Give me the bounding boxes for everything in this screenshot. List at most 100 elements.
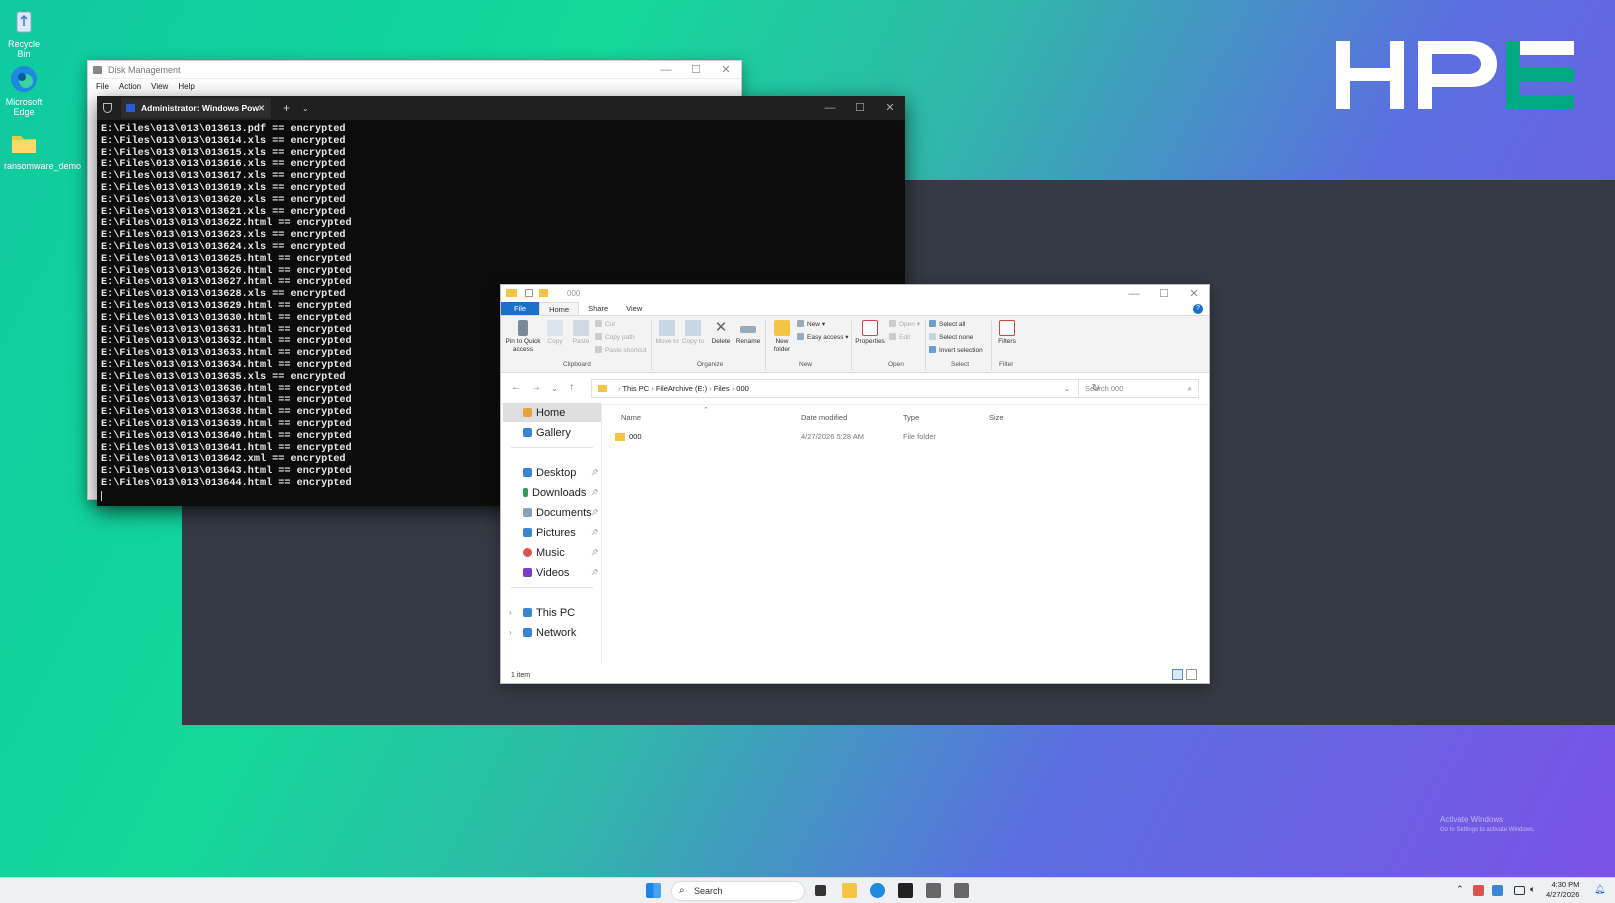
menu-file[interactable]: File [96, 79, 109, 95]
terminal-tabbar[interactable]: Administrator: Windows Pow ✕ + ⌄ — ☐ ✕ [97, 96, 905, 120]
maximize-button[interactable]: ☐ [845, 99, 875, 117]
nav-videos[interactable]: Videos [523, 565, 569, 581]
properties-quick-icon[interactable] [525, 289, 533, 297]
nav-desktop[interactable]: Desktop [523, 465, 576, 481]
minimize-button[interactable]: — [815, 99, 845, 117]
pin-icon[interactable]: 📌︎ [591, 505, 599, 521]
expand-chevron-icon[interactable]: › [509, 605, 512, 621]
new-folder-button[interactable]: New folder [769, 320, 795, 354]
paste-shortcut-button[interactable]: Paste shortcut [595, 344, 647, 357]
nav-music[interactable]: Music [523, 545, 565, 561]
cut-button[interactable]: Cut [595, 318, 615, 331]
tab-close-icon[interactable]: ✕ [258, 98, 265, 118]
select-none-button[interactable]: Select none [929, 331, 973, 344]
address-dropdown-icon[interactable]: ⌄ [1064, 380, 1070, 397]
pin-icon[interactable]: 📌︎ [591, 525, 599, 541]
expand-chevron-icon[interactable]: › [509, 625, 512, 641]
minimize-button[interactable]: — [651, 61, 681, 79]
table-row[interactable]: 000 4/27/2026 5:28 AM File folder [613, 429, 1133, 445]
app-taskbar-icon[interactable] [954, 883, 969, 898]
properties-button[interactable]: Properties [853, 320, 887, 346]
rename-button[interactable]: Rename [735, 320, 761, 346]
paste-button[interactable]: Paste [569, 320, 593, 346]
nav-documents[interactable]: Documents [523, 505, 592, 521]
file-explorer-window[interactable]: 000 — ☐ ✕ File Home Share View ? Pin to … [500, 284, 1210, 684]
taskbar-clock[interactable]: 4:30 PM 4/27/2026 [1546, 880, 1579, 900]
column-type[interactable]: Type [903, 413, 919, 422]
breadcrumb-files[interactable]: Files [714, 384, 730, 393]
tray-app-icon[interactable] [1473, 885, 1484, 896]
column-date-modified[interactable]: Date modified [801, 413, 847, 422]
close-button[interactable]: ✕ [1179, 285, 1209, 303]
large-icons-view-icon[interactable] [1186, 669, 1197, 680]
forward-icon[interactable]: → [531, 382, 541, 393]
column-name[interactable]: Name [621, 413, 641, 422]
new-item-button[interactable]: New ▾ [797, 318, 825, 331]
network-icon[interactable] [1514, 886, 1525, 895]
nav-pictures[interactable]: Pictures [523, 525, 576, 541]
desktop-icon-ransomware-demo[interactable]: ransomware_demo [4, 128, 81, 171]
menu-help[interactable]: Help [178, 79, 194, 95]
volume-icon[interactable]: 🔈︎ [1530, 884, 1535, 895]
move-to-button[interactable]: Move to [655, 320, 679, 346]
tab-file[interactable]: File [501, 302, 540, 315]
edge-taskbar-icon[interactable] [870, 883, 885, 898]
desktop-icon-recycle-bin[interactable]: Recycle Bin [4, 6, 44, 59]
tray-chevron-icon[interactable]: ⌃ [1456, 884, 1464, 895]
help-icon[interactable]: ? [1193, 304, 1203, 314]
breadcrumb-filearchive[interactable]: FileArchive (E:) [656, 384, 707, 393]
breadcrumb-000[interactable]: 000 [736, 384, 749, 393]
pin-quick-access-button[interactable]: Pin to Quick access [505, 320, 541, 354]
copy-to-button[interactable]: Copy to [681, 320, 705, 346]
address-bar[interactable]: › This PC › FileArchive (E:) › Files › 0… [591, 379, 1100, 398]
notification-bell-icon[interactable]: 🔔︎ [1594, 884, 1605, 895]
tab-view[interactable]: View [617, 302, 651, 315]
pin-icon[interactable]: 📌︎ [591, 565, 599, 581]
column-size[interactable]: Size [989, 413, 1004, 422]
edit-button[interactable]: Edit [889, 331, 910, 344]
open-button[interactable]: Open ▾ [889, 318, 920, 331]
new-folder-quick-icon[interactable] [539, 289, 548, 297]
tray-app-icon[interactable] [1492, 885, 1503, 896]
terminal-taskbar-icon[interactable] [898, 883, 913, 898]
copy-path-button[interactable]: Copy path [595, 331, 635, 344]
nav-downloads[interactable]: Downloads [523, 485, 586, 501]
explorer-titlebar[interactable]: 000 — ☐ ✕ [501, 285, 1209, 302]
new-tab-button[interactable]: + [283, 101, 290, 115]
maximize-button[interactable]: ☐ [681, 61, 711, 79]
task-view-icon[interactable] [815, 885, 826, 896]
pin-icon[interactable]: 📌︎ [591, 485, 599, 501]
close-button[interactable]: ✕ [875, 99, 905, 117]
disk-management-titlebar[interactable]: Disk Management — ☐ ✕ [88, 61, 741, 79]
nav-gallery[interactable]: Gallery [523, 425, 571, 441]
tab-home[interactable]: Home [539, 302, 580, 315]
menu-view[interactable]: View [151, 79, 168, 95]
details-view-icon[interactable] [1172, 669, 1183, 680]
tab-share[interactable]: Share [579, 302, 617, 315]
search-box[interactable]: Search 000 ⌕ [1078, 379, 1199, 398]
maximize-button[interactable]: ☐ [1149, 285, 1179, 303]
back-icon[interactable]: ← [511, 382, 521, 393]
recent-dropdown-icon[interactable]: ⌄ [551, 384, 558, 393]
desktop-icon-edge[interactable]: Microsoft Edge [4, 64, 44, 117]
minimize-button[interactable]: — [1119, 285, 1149, 303]
pin-icon[interactable]: 📌︎ [591, 465, 599, 481]
taskbar-search[interactable]: ⌕ Search [671, 881, 805, 901]
breadcrumb-this-pc[interactable]: This PC [622, 384, 649, 393]
invert-selection-button[interactable]: Invert selection [929, 344, 983, 357]
nav-home[interactable]: Home [523, 405, 565, 421]
delete-button[interactable]: ✕ Delete [709, 320, 733, 346]
select-all-button[interactable]: Select all [929, 318, 965, 331]
nav-this-pc[interactable]: This PC [523, 605, 575, 621]
up-icon[interactable]: ↑ [569, 382, 574, 393]
terminal-tab[interactable]: Administrator: Windows Pow ✕ [121, 98, 271, 118]
file-explorer-taskbar-icon[interactable] [842, 883, 857, 898]
nav-network[interactable]: Network [523, 625, 576, 641]
start-button[interactable] [646, 883, 661, 898]
menu-action[interactable]: Action [119, 79, 141, 95]
easy-access-button[interactable]: Easy access ▾ [797, 331, 849, 344]
pin-icon[interactable]: 📌︎ [591, 545, 599, 561]
close-button[interactable]: ✕ [711, 61, 741, 79]
tab-dropdown-icon[interactable]: ⌄ [302, 104, 309, 113]
filters-button[interactable]: Filters [995, 320, 1019, 346]
